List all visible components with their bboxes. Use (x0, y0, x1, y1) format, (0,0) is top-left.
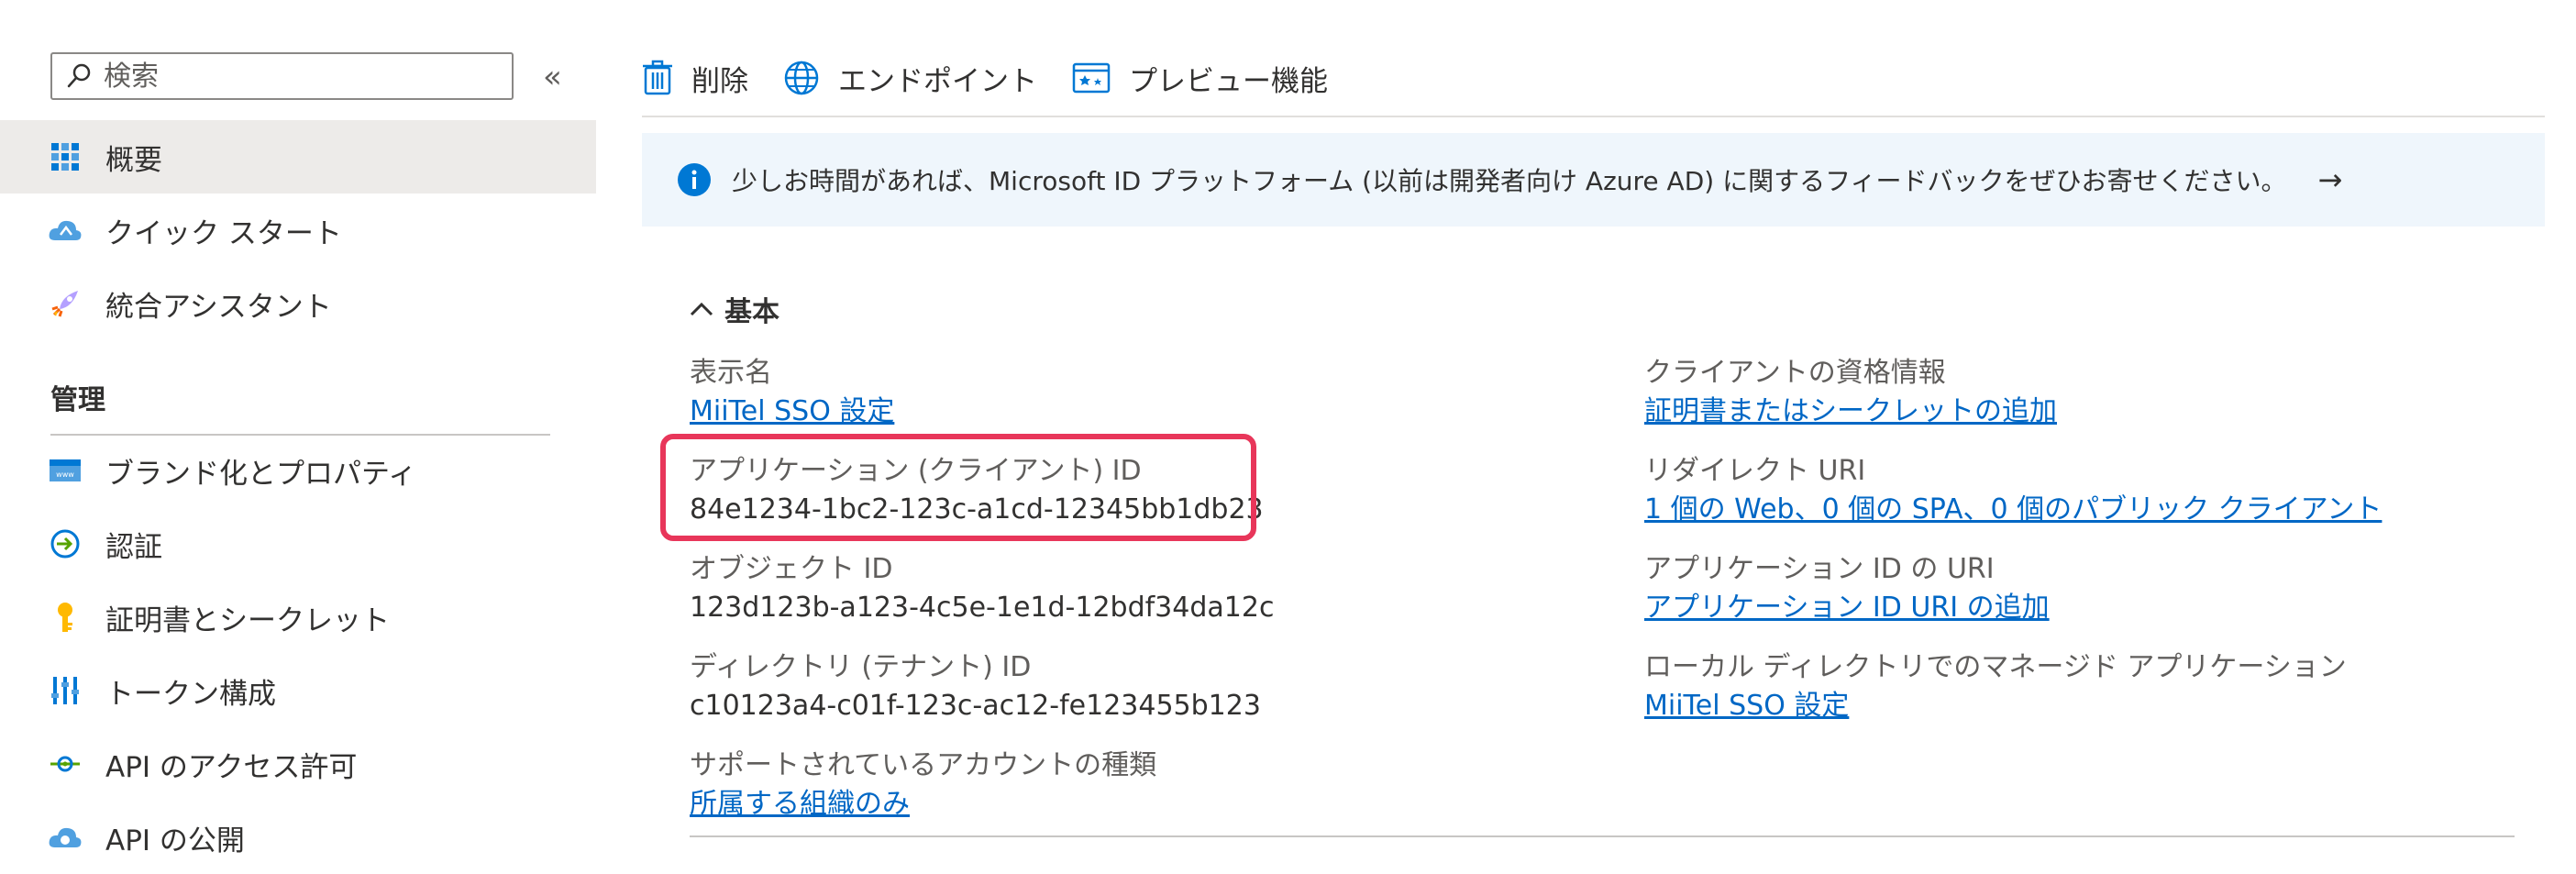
search-input[interactable] (102, 59, 491, 94)
field-application-id-uri: アプリケーション ID の URI アプリケーション ID URI の追加 (1644, 551, 2050, 628)
field-label: クライアントの資格情報 (1644, 357, 1946, 389)
sidebar-item-label: トークン構成 (105, 677, 276, 711)
endpoints-label: エンドポイント (838, 64, 1037, 98)
preview-features-icon (1072, 62, 1111, 94)
field-display-name: 表示名 MiiTel SSO 設定 (690, 355, 894, 432)
toolbar-divider (642, 116, 2545, 117)
branding-icon: www (48, 453, 83, 488)
field-label: アプリケーション ID の URI (1644, 553, 1995, 585)
key-icon (48, 600, 83, 635)
field-managed-application: ローカル ディレクトリでのマネージド アプリケーション MiiTel SSO 設… (1644, 649, 2347, 726)
sidebar-item-expose-api[interactable]: API の公開 (0, 801, 596, 874)
field-label: リダイレクト URI (1644, 455, 1866, 487)
object-id-value: 123d123b-a123-4c5e-1e1d-12bdf34da12c (690, 592, 1275, 624)
chevron-up-icon (690, 302, 713, 316)
sidebar-item-label: 認証 (105, 530, 162, 564)
arrow-right-icon[interactable]: → (2318, 162, 2343, 197)
sidebar-item-label: API の公開 (105, 824, 245, 857)
add-application-id-uri-link[interactable]: アプリケーション ID URI の追加 (1644, 588, 2050, 628)
field-label: オブジェクト ID (690, 553, 893, 585)
preview-features-label: プレビュー機能 (1129, 64, 1328, 98)
supported-account-types-link[interactable]: 所属する組織のみ (690, 784, 1156, 824)
field-redirect-uri: リダイレクト URI 1 個の Web、0 個の SPA、0 個のパブリック ク… (1644, 453, 2382, 530)
authentication-icon (48, 526, 83, 561)
sidebar-item-quickstart[interactable]: クイック スタート (0, 194, 596, 267)
sidebar-item-branding[interactable]: www ブランド化とプロパティ (0, 434, 596, 507)
sidebar-item-overview[interactable]: 概要 (0, 120, 596, 194)
search-icon (67, 63, 91, 88)
essentials-title: 基本 (724, 296, 779, 328)
sidebar-item-label: クイック スタート (105, 216, 342, 250)
feedback-banner[interactable]: 少しお時間があれば、Microsoft ID プラットフォーム (以前は開発者向… (642, 133, 2545, 227)
display-name-link[interactable]: MiiTel SSO 設定 (690, 392, 894, 432)
delete-label: 削除 (691, 64, 748, 98)
field-supported-account-types: サポートされているアカウントの種類 所属する組織のみ (690, 747, 1156, 824)
rocket-icon (48, 286, 83, 321)
redirect-uri-link[interactable]: 1 個の Web、0 個の SPA、0 個のパブリック クライアント (1644, 490, 2382, 530)
highlight-box (660, 434, 1256, 541)
field-label: ローカル ディレクトリでのマネージド アプリケーション (1644, 651, 2347, 683)
token-config-icon (48, 673, 83, 708)
trash-icon (643, 60, 672, 95)
cloud-quickstart-icon (48, 213, 83, 248)
globe-icon (784, 61, 819, 95)
sidebar-section-manage: 管理 (50, 384, 105, 416)
sidebar-item-label: ブランド化とプロパティ (105, 457, 417, 491)
sidebar-item-token-configuration[interactable]: トークン構成 (0, 654, 596, 727)
sidebar-item-label: 証明書とシークレット (105, 603, 390, 637)
expose-api-icon (48, 820, 83, 855)
api-permissions-icon (48, 747, 83, 781)
field-directory-tenant-id: ディレクトリ (テナント) ID c10123a4-c01f-123c-ac12… (690, 649, 1261, 726)
search-box[interactable] (50, 52, 514, 100)
field-label: ディレクトリ (テナント) ID (690, 651, 1032, 683)
delete-button[interactable]: 削除 (642, 58, 748, 99)
sidebar-item-integration-assistant[interactable]: 統合アシスタント (0, 267, 596, 340)
managed-application-link[interactable]: MiiTel SSO 設定 (1644, 686, 2347, 726)
endpoints-button[interactable]: エンドポイント (783, 58, 1037, 99)
field-label: 表示名 (690, 357, 772, 389)
sidebar-item-authentication[interactable]: 認証 (0, 507, 596, 581)
preview-features-button[interactable]: プレビュー機能 (1072, 58, 1328, 99)
directory-tenant-id-value: c10123a4-c01f-123c-ac12-fe123455b123 (690, 690, 1261, 722)
field-client-credentials: クライアントの資格情報 証明書またはシークレットの追加 (1644, 355, 2057, 432)
command-bar: 削除 エンドポイント プレビュー機能 (642, 50, 1363, 105)
field-object-id: オブジェクト ID 123d123b-a123-4c5e-1e1d-12bdf3… (690, 551, 1274, 628)
overview-grid-icon (48, 139, 83, 174)
sidebar: « 概要 クイック スタート 統 (0, 0, 596, 857)
banner-message: 少しお時間があれば、Microsoft ID プラットフォーム (以前は開発者向… (732, 166, 2287, 196)
info-icon (678, 163, 711, 196)
collapse-sidebar-icon[interactable]: « (543, 59, 562, 95)
sidebar-item-api-permissions[interactable]: API のアクセス許可 (0, 727, 596, 801)
sidebar-item-certificates[interactable]: 証明書とシークレット (0, 581, 596, 654)
field-label: サポートされているアカウントの種類 (690, 749, 1157, 781)
essentials-toggle[interactable]: 基本 (690, 289, 779, 329)
sidebar-item-label: 概要 (105, 143, 162, 177)
essentials-divider (690, 835, 2515, 837)
add-certificate-or-secret-link[interactable]: 証明書またはシークレットの追加 (1644, 392, 2057, 432)
sidebar-item-label: API のアクセス許可 (105, 750, 358, 784)
sidebar-item-label: 統合アシスタント (105, 290, 332, 324)
svg-text:www: www (56, 470, 74, 479)
